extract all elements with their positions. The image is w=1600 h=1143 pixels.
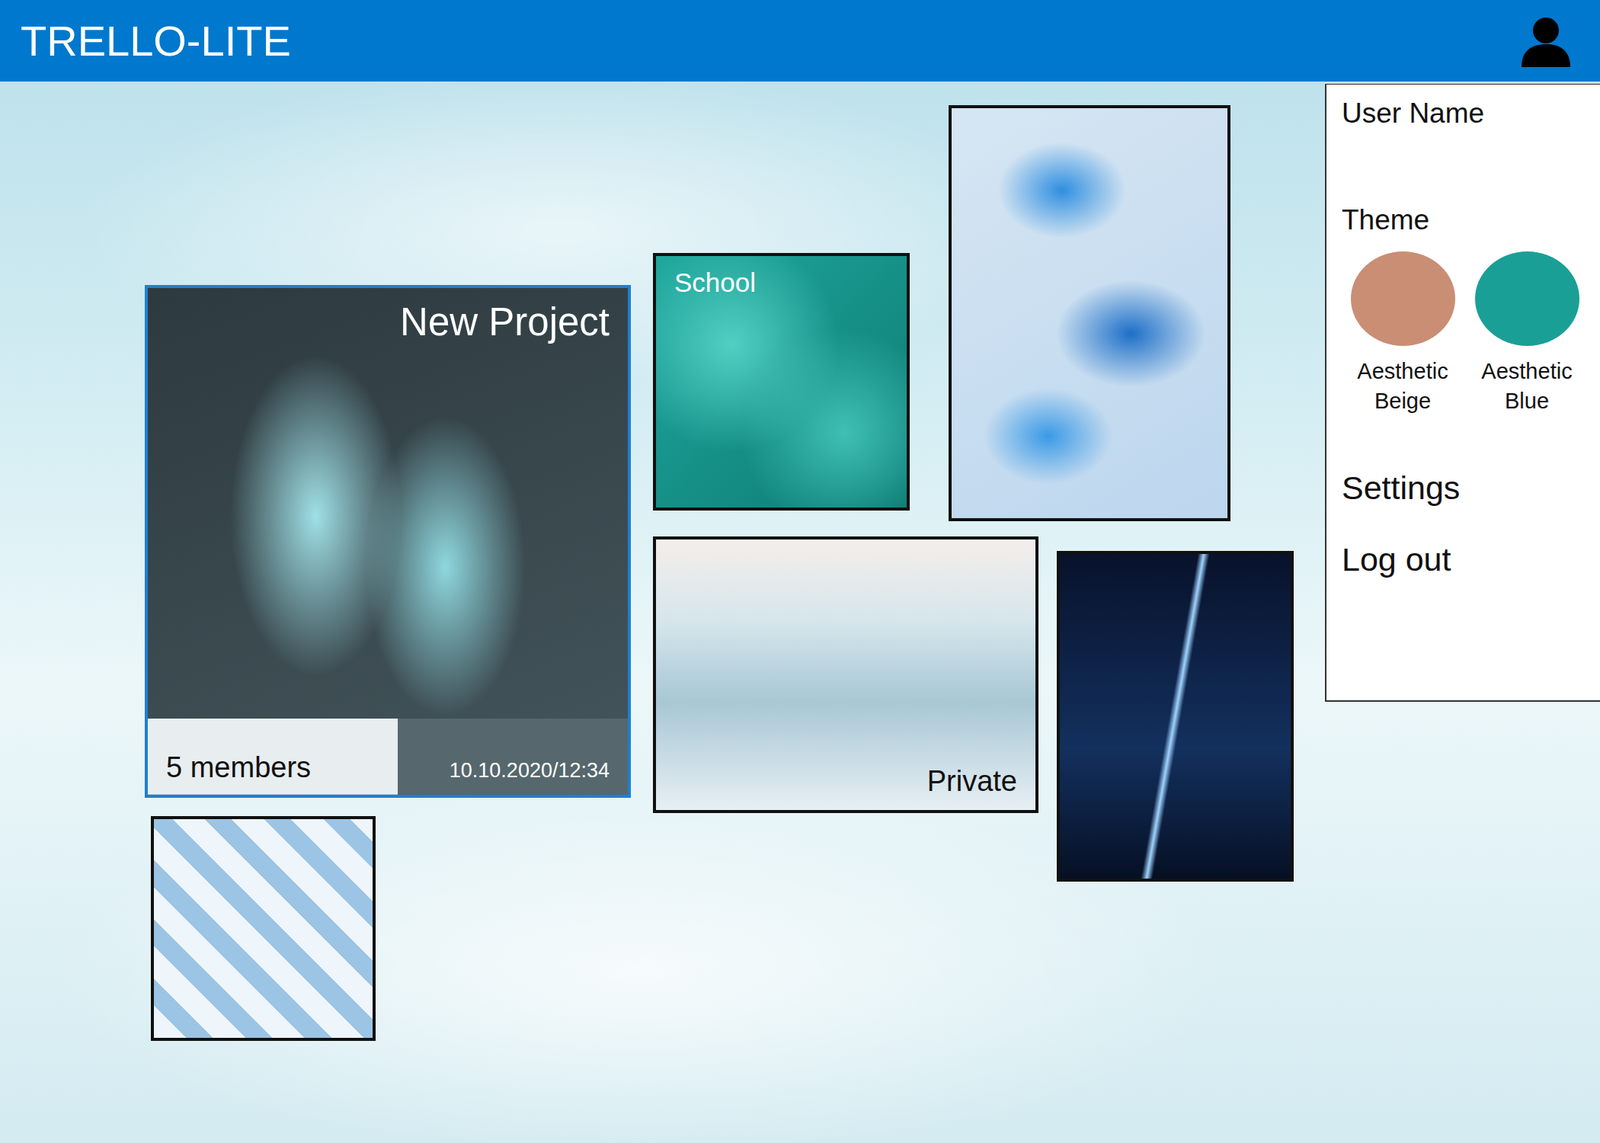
theme-heading: Theme [1341,203,1588,237]
board-date: 10.10.2020/12:34 [449,758,610,783]
menu-list: Settings Log out [1341,469,1588,579]
page: TRELLO-LITE New Project 5 members 10.10.202… [0,0,1600,1143]
theme-label: Aesthetic Beige [1345,356,1460,416]
app-title[interactable]: TRELLO-LITE [20,17,292,65]
board-card[interactable] [150,816,376,1041]
board-title: School [674,266,889,299]
menu-item[interactable]: Settings [1341,469,1588,507]
board-footer: 5 members 10.10.2020/12:34 [166,751,610,784]
board-title: New Project [400,298,610,346]
theme-swatch[interactable] [1350,251,1456,346]
board-card[interactable]: New Project 5 members 10.10.2020/12:34 [144,284,631,798]
user-icon[interactable] [1518,13,1574,69]
user-avatar-button[interactable] [1518,13,1580,69]
board-row: School [652,105,1294,522]
board-card[interactable] [948,105,1231,522]
board-card[interactable]: Private [652,536,1039,813]
user-menu: User Name Theme Aesthetic BeigeAesthetic B… [1324,83,1600,702]
board-column: New Project 5 members 10.10.2020/12:34 [144,284,631,1041]
board-card[interactable]: School [652,252,910,511]
theme-swatch[interactable] [1475,251,1580,346]
theme-option[interactable]: Aesthetic Beige [1341,251,1464,416]
menu-item[interactable]: Log out [1341,540,1588,579]
members-count: 5 members [166,751,311,784]
theme-label: Aesthetic Blue [1469,356,1584,416]
board-title: Private [927,764,1018,800]
board-group: School Private [652,105,1294,882]
theme-option[interactable]: Aesthetic Blue [1465,251,1588,416]
theme-list: Aesthetic BeigeAesthetic Blue [1341,251,1588,416]
board-card[interactable] [1056,550,1294,882]
top-bar: TRELLO-LITE [0,0,1600,82]
board-row: Private [652,536,1294,882]
user-name: User Name [1341,96,1588,131]
